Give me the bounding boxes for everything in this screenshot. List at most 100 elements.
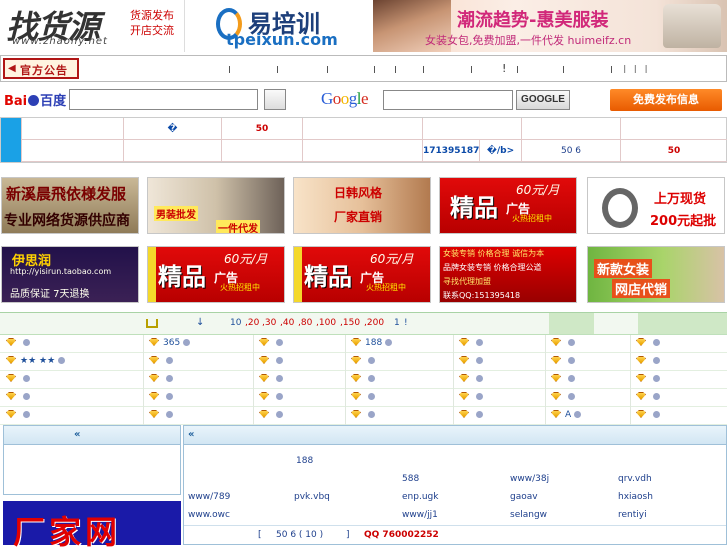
ad-womenswear-text[interactable]: 女装专销 价格合理 诚信为本 品牌女装专销 价格合理公道 寻找代理加盟 联系QQ… (439, 246, 577, 303)
site-link[interactable]: hxiaosh (618, 492, 653, 502)
column-separator (253, 407, 254, 425)
double-arrow-icon[interactable]: « (188, 429, 194, 440)
baidu-search-button[interactable] (264, 89, 286, 110)
category-cell[interactable] (259, 338, 283, 352)
google-search-button[interactable]: GOOGLE (516, 90, 570, 110)
site-link[interactable]: pvk.vbq (294, 492, 330, 502)
baidu-search-input[interactable] (69, 89, 258, 110)
site-link[interactable]: www/789 (188, 492, 230, 502)
page-size-20[interactable]: ,20 (245, 318, 259, 328)
category-cell[interactable] (551, 374, 575, 388)
double-arrow-icon[interactable]: « (74, 429, 80, 440)
site-link[interactable]: www.owc (188, 510, 230, 520)
category-cell[interactable] (459, 356, 483, 370)
peixun-banner[interactable]: 易培训 tpeixun.com (186, 0, 372, 52)
ad-menswear[interactable]: 男装批发 一件代发 (147, 177, 285, 234)
ad-yisirun[interactable]: 伊思润 http://yisirun.taobao.com 品质保证 7天退换 (1, 246, 139, 303)
category-cell[interactable] (459, 392, 483, 406)
user-icon (653, 411, 660, 418)
site-link[interactable]: gaoav (510, 492, 538, 502)
ad-premium-slot[interactable]: 精品 60元/月 广告 火热招租中 (293, 246, 431, 303)
category-cell[interactable]: ★★ ★★ (6, 356, 66, 370)
category-cell[interactable] (149, 410, 173, 424)
page-size-30[interactable]: ,30 (262, 318, 276, 328)
ad-japan-korea[interactable]: 日韩风格 厂家直销 (293, 177, 431, 234)
category-cell[interactable] (551, 338, 575, 352)
site-link[interactable]: www/38j (510, 474, 549, 484)
site-link[interactable]: www/jj1 (402, 510, 438, 520)
ad-premium-slot[interactable]: 精品 60元/月 广告 火热招租中 (439, 177, 577, 234)
category-cell[interactable] (259, 374, 283, 388)
page-size-150[interactable]: ,150 (340, 318, 360, 328)
publish-button[interactable]: 免费发布信息 (610, 89, 722, 111)
ad-price: 60元/月 (224, 252, 268, 266)
category-cell[interactable] (636, 338, 660, 352)
fashion-title: 潮流趋势-惠美服装 (457, 10, 609, 31)
category-cell[interactable] (351, 410, 375, 424)
ad-sub: 200元起批 (650, 214, 717, 229)
category-cell[interactable] (259, 410, 283, 424)
column-separator (545, 353, 546, 371)
site-link[interactable]: qrv.vdh (618, 474, 652, 484)
page-size-100[interactable]: ,100 (316, 318, 336, 328)
site-link[interactable]: selangw (510, 510, 547, 520)
category-cell[interactable] (259, 392, 283, 406)
category-cell[interactable] (259, 356, 283, 370)
category-cell[interactable] (551, 392, 575, 406)
category-cell[interactable] (149, 356, 173, 370)
info-cell-qq[interactable]: 171395187� (422, 140, 479, 162)
column-separator (345, 407, 346, 425)
category-cell[interactable] (459, 374, 483, 388)
category-cell[interactable] (6, 410, 30, 424)
google-search-input[interactable] (383, 90, 513, 110)
category-cell[interactable] (351, 392, 375, 406)
logo-slogan: 货源发布 开店交流 (120, 8, 184, 38)
category-cell[interactable] (149, 392, 173, 406)
ad-sub: 专业网络货源供应商 (4, 213, 130, 229)
site-link[interactable]: rentiyi (618, 510, 647, 520)
gem-icon (351, 374, 361, 382)
category-cell[interactable] (636, 374, 660, 388)
page-size-10[interactable]: 10 (230, 318, 241, 328)
gem-icon (149, 338, 159, 346)
site-link[interactable]: enp.ugk (402, 492, 438, 502)
category-cell[interactable] (636, 410, 660, 424)
category-cell[interactable]: A (551, 410, 582, 424)
category-cell[interactable] (636, 392, 660, 406)
ad-line4: 联系QQ:151395418 (443, 291, 521, 300)
site-logo[interactable]: 找货源 货源发布 开店交流 www.zhaohy.net (0, 0, 185, 52)
category-cell[interactable]: 365 (149, 338, 191, 352)
category-cell[interactable] (6, 338, 30, 352)
category-cell[interactable] (351, 374, 375, 388)
page-number[interactable]: 1 (394, 318, 400, 328)
footer-qq[interactable]: QQ 760002252 (364, 530, 439, 540)
ad-stock[interactable]: 上万现货 200元起批 (587, 177, 725, 234)
ad-big: 精品 (158, 262, 206, 291)
gem-icon (459, 374, 469, 382)
ad-sub: 品质保证 7天退换 (10, 289, 90, 300)
category-cell[interactable] (551, 356, 575, 370)
category-cell[interactable] (636, 356, 660, 370)
fashion-banner[interactable]: 潮流趋势-惠美服装 女装女包,免费加盟,一件代发 huimeifz.cn (373, 0, 727, 52)
ad-new-womenswear[interactable]: 新款女装 网店代销 (587, 246, 725, 303)
ad-xinxi[interactable]: 新溪晨飛依様发服 专业网络货源供应商 (1, 177, 139, 234)
page-size-200[interactable]: ,200 (364, 318, 384, 328)
category-cell[interactable] (459, 410, 483, 424)
category-cell[interactable]: 188 (351, 338, 393, 352)
category-row: A (0, 407, 727, 425)
factory-ad[interactable]: 厂家网 (3, 501, 181, 551)
gem-icon (459, 338, 469, 346)
site-link[interactable]: 588 (402, 474, 419, 484)
column-separator (143, 407, 144, 425)
page-size-80[interactable]: ,80 (298, 318, 312, 328)
bottom-section: « 厂家网 « 188 588 www/38j qrv.vdh www/789 … (0, 424, 727, 551)
page-size-40[interactable]: ,40 (280, 318, 294, 328)
category-cell[interactable] (6, 374, 30, 388)
category-cell[interactable] (351, 356, 375, 370)
category-cell[interactable] (149, 374, 173, 388)
sort-arrow-icon[interactable]: ↓ (196, 317, 204, 328)
category-cell[interactable] (459, 338, 483, 352)
ad-premium-slot[interactable]: 精品 60元/月 广告 火热招租中 (147, 246, 285, 303)
category-cell[interactable] (6, 392, 30, 406)
user-icon (476, 339, 483, 346)
